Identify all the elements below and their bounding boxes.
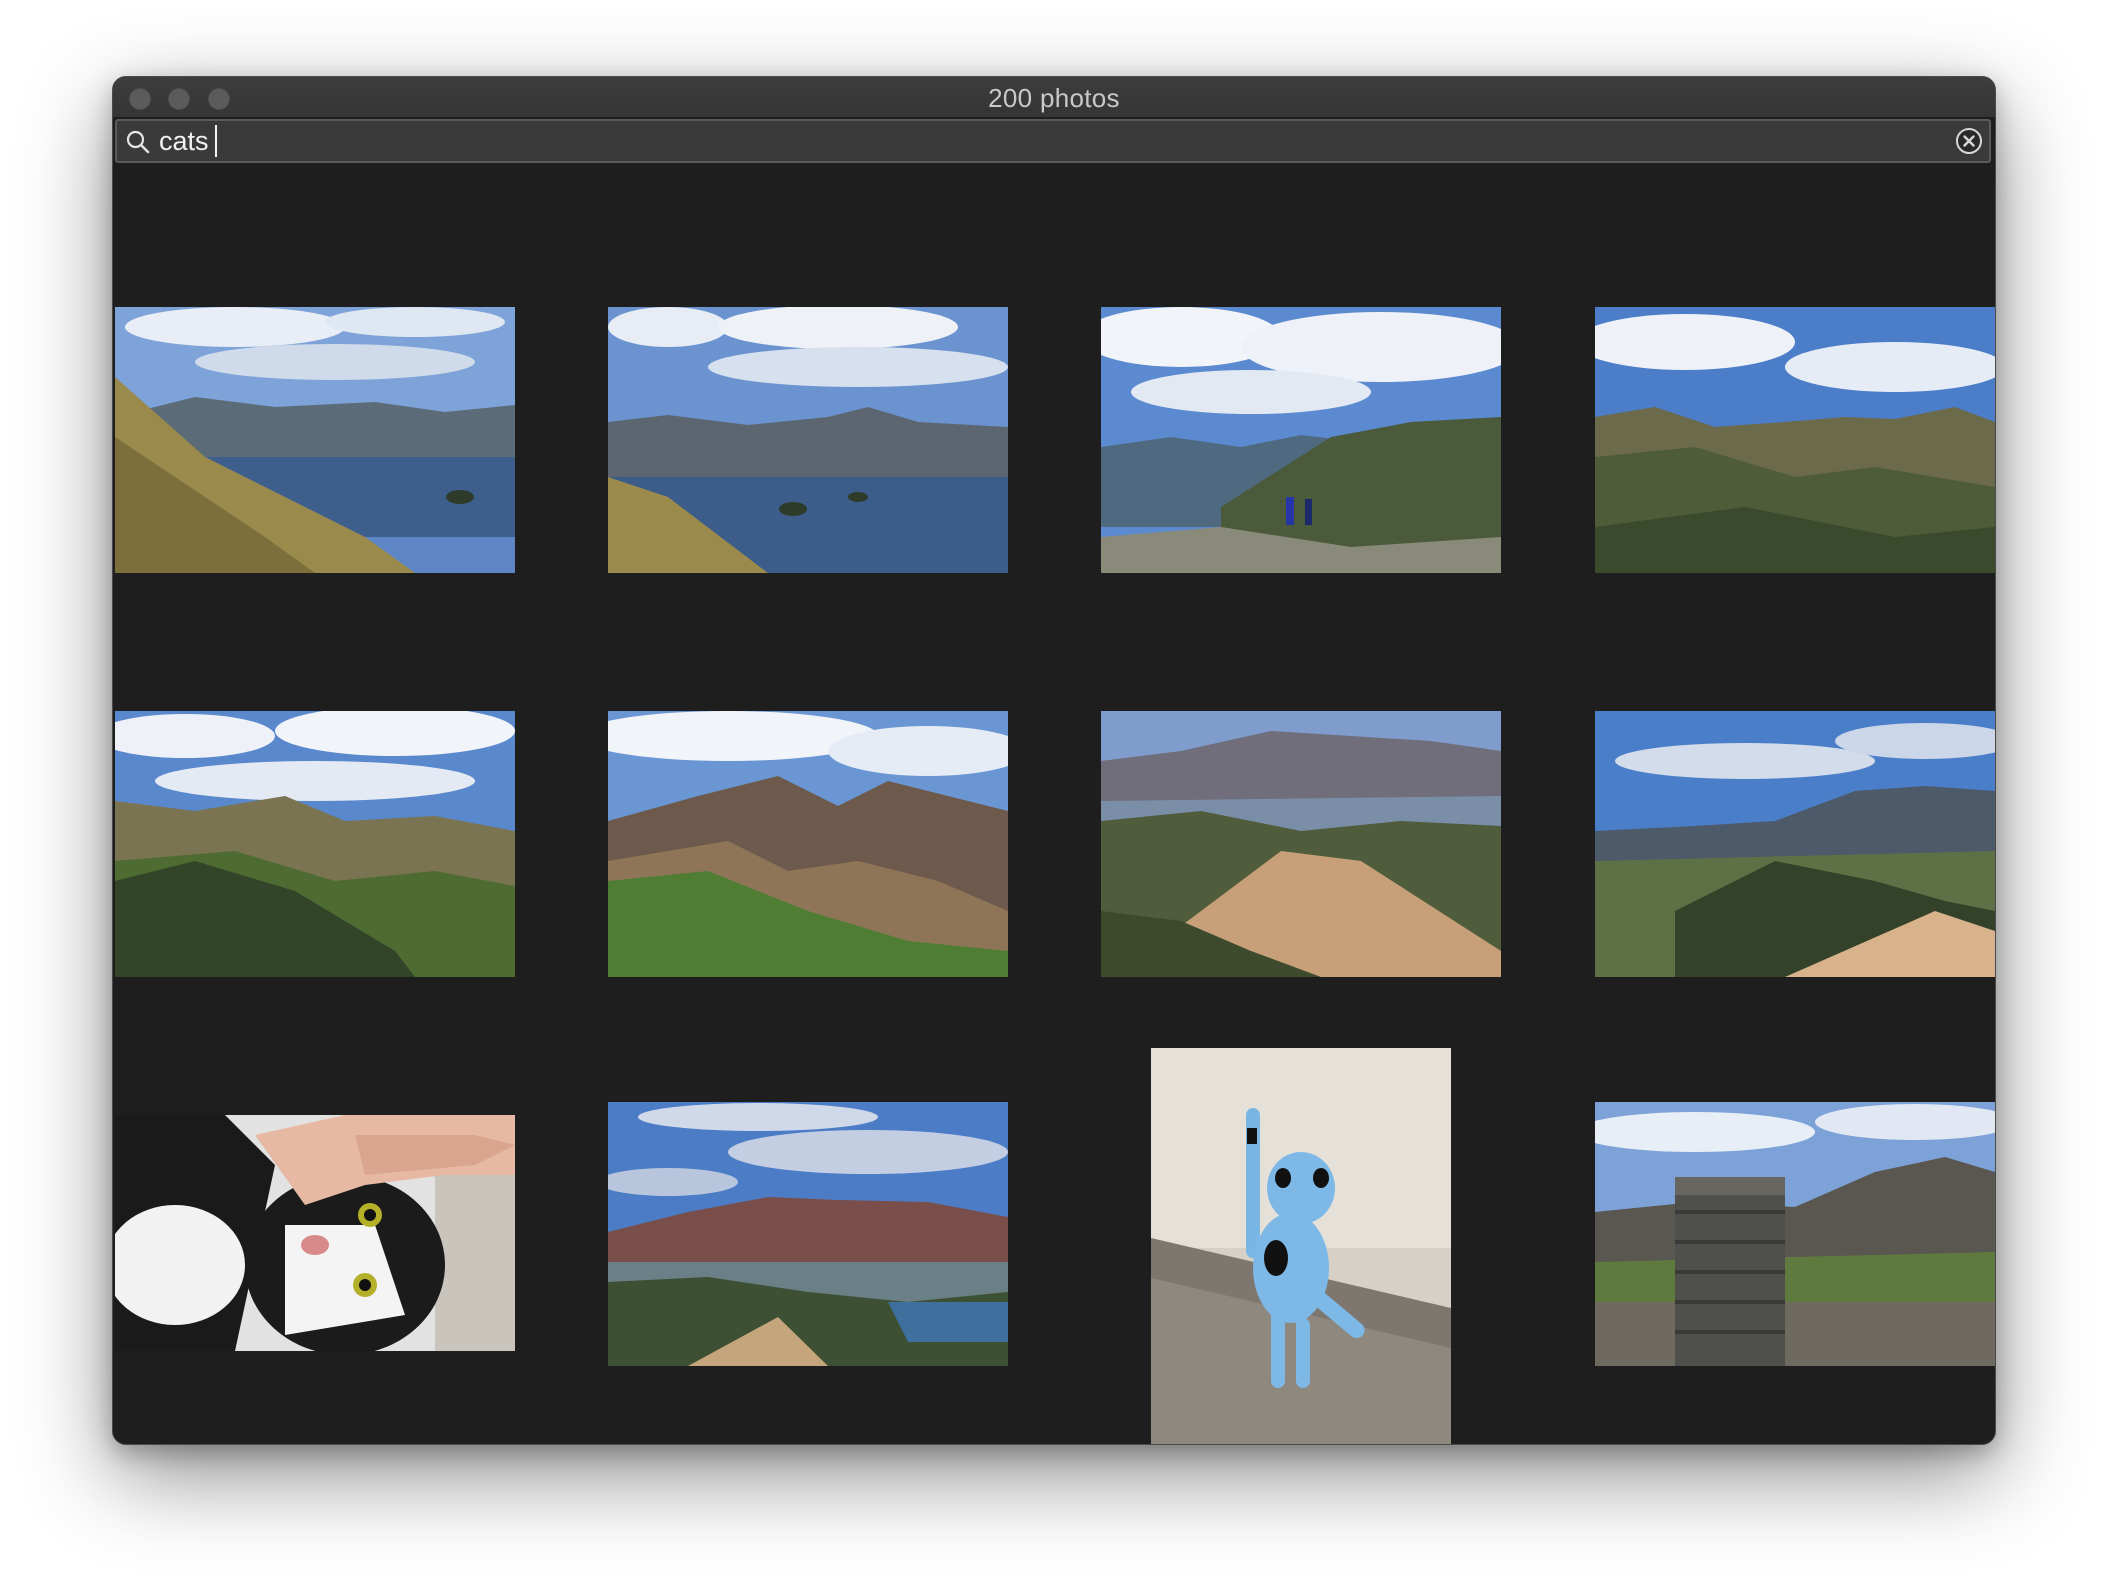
photo-cell[interactable] [1101,307,1501,573]
photo-cell[interactable] [1595,1102,1995,1366]
photo-grid [113,165,1995,1444]
title-bar[interactable]: 200 photos [113,77,1995,117]
photo-thumbnail[interactable] [1595,711,1995,977]
photo-thumbnail[interactable] [115,307,515,573]
photo-thumbnail[interactable] [608,1102,1008,1366]
photo-cell[interactable] [1101,711,1501,977]
photo-cell[interactable] [115,307,515,573]
photo-thumbnail[interactable] [115,1115,515,1351]
photo-thumbnail[interactable] [115,711,515,977]
search-input[interactable] [159,123,1929,159]
photo-thumbnail[interactable] [1101,711,1501,977]
text-caret [215,125,217,157]
photo-thumbnail[interactable] [1595,1102,1995,1366]
photo-thumbnail[interactable] [608,711,1008,977]
photo-thumbnail[interactable] [1151,1048,1451,1444]
search-bar[interactable] [115,119,1991,163]
photos-window: 200 photos [112,76,1996,1445]
photo-cell[interactable] [1151,1048,1451,1444]
photo-cell[interactable] [115,711,515,977]
photo-cell[interactable] [608,1102,1008,1366]
clear-icon[interactable] [1955,127,1983,155]
photo-cell[interactable] [608,711,1008,977]
photo-thumbnail[interactable] [608,307,1008,573]
search-icon [126,130,150,154]
photo-cell[interactable] [115,1115,515,1351]
photo-thumbnail[interactable] [1101,307,1501,573]
photo-cell[interactable] [1595,711,1995,977]
photo-cell[interactable] [1595,307,1995,573]
photo-cell[interactable] [608,307,1008,573]
window-title: 200 photos [988,83,1120,113]
photo-thumbnail[interactable] [1595,307,1995,573]
